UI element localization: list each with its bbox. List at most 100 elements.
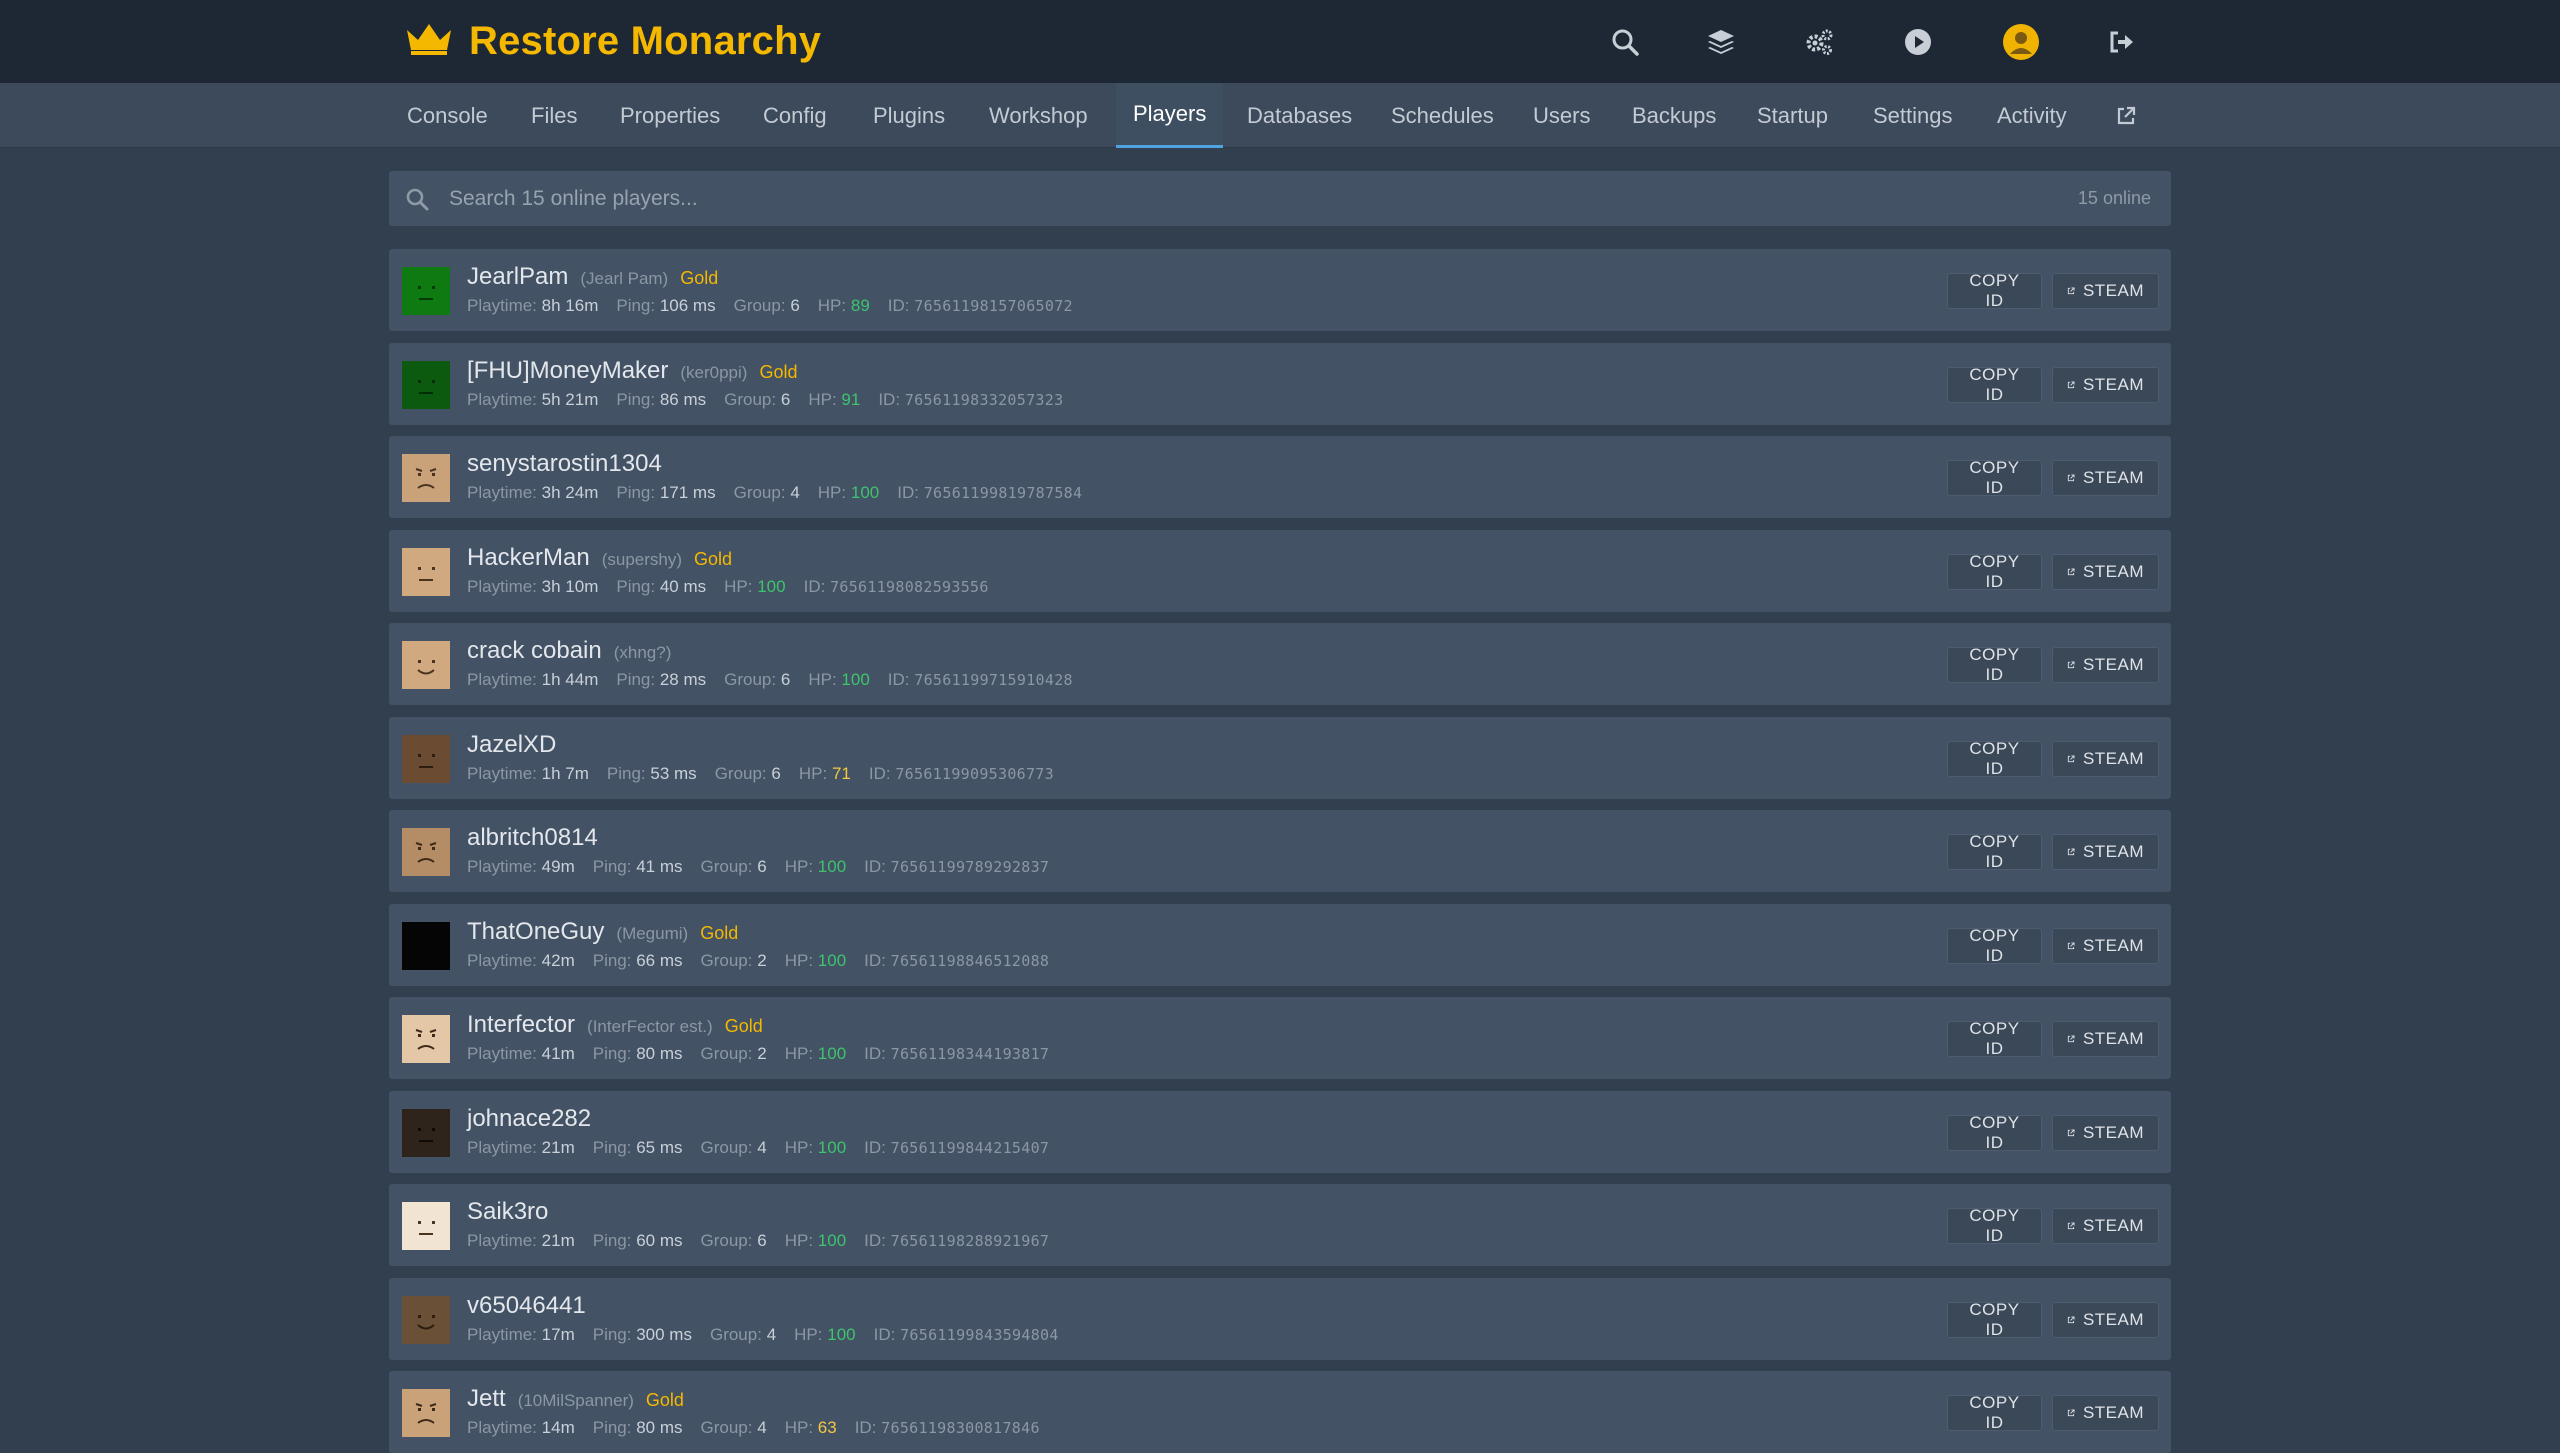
play-icon[interactable] (1900, 24, 1936, 60)
copy-id-button[interactable]: COPY ID (1947, 1206, 2042, 1245)
tab-startup[interactable]: Startup (1740, 83, 1845, 148)
player-nickname: (InterFector est.) (587, 1017, 713, 1036)
steam-profile-button[interactable]: STEAM (2052, 740, 2159, 777)
player-row: Jett (10MilSpanner) Gold Playtime: 14m P… (389, 1371, 2171, 1453)
stat-group: Group: 6 (714, 763, 781, 783)
stat-ping: Ping: 80 ms (592, 1044, 683, 1063)
external-link-icon[interactable] (2098, 83, 2154, 148)
external-link-icon (2067, 567, 2075, 575)
stat-hp: HP: 100 (784, 1044, 847, 1063)
steam-profile-button[interactable]: STEAM (2052, 834, 2159, 870)
steam-profile-button[interactable]: STEAM (2052, 1208, 2159, 1244)
tab-schedules[interactable]: Schedules (1374, 83, 1511, 148)
player-row: albritch0814 Playtime: 49m Ping: 41 ms G… (389, 810, 2171, 892)
logout-icon[interactable] (2103, 24, 2139, 60)
player-name: crack cobain (467, 637, 602, 664)
tab-activity[interactable]: Activity (1980, 83, 2084, 148)
tab-players[interactable]: Players (1116, 83, 1224, 148)
copy-id-button[interactable]: COPY ID (1947, 365, 2042, 404)
steam-profile-button[interactable]: STEAM (2052, 647, 2159, 683)
player-row: HackerMan (supershy) Gold Playtime: 3h 1… (389, 529, 2171, 612)
brand[interactable]: Restore Monarchy (405, 0, 821, 83)
stat-group: Group: 6 (700, 1231, 767, 1250)
stat-group: Group: 4 (700, 1418, 767, 1437)
player-row: crack cobain (xhng?) Playtime: 1h 44m Pi… (389, 623, 2171, 705)
tab-config[interactable]: Config (746, 83, 844, 148)
tab-properties[interactable]: Properties (603, 83, 737, 148)
steam-profile-button[interactable]: STEAM (2052, 366, 2159, 403)
player-avatar (402, 1015, 450, 1063)
tab-databases[interactable]: Databases (1230, 83, 1369, 148)
stat-hp: HP: 89 (817, 296, 870, 315)
copy-id-button[interactable]: COPY ID (1947, 645, 2042, 684)
steam-profile-button[interactable]: STEAM (2052, 460, 2159, 496)
stat-steam-id: ID: 76561198344193817 (864, 1044, 1050, 1063)
stat-ping: Ping: 53 ms (606, 763, 697, 783)
stat-hp: HP: 100 (817, 483, 880, 502)
player-nickname: (ker0ppi) (680, 362, 748, 382)
player-badge: Gold (700, 922, 739, 943)
steam-profile-button[interactable]: STEAM (2052, 1021, 2159, 1057)
player-badge: Gold (724, 1016, 763, 1036)
external-link-icon (2067, 1315, 2075, 1323)
stat-steam-id: ID: 76561198288921967 (864, 1231, 1050, 1250)
player-avatar (402, 1202, 450, 1250)
stat-group: Group: 4 (700, 1137, 767, 1157)
player-row: Saik3ro Playtime: 21m Ping: 60 ms Group:… (389, 1184, 2171, 1266)
tab-backups[interactable]: Backups (1615, 83, 1733, 148)
stat-ping: Ping: 300 ms (592, 1324, 692, 1344)
stat-playtime: Playtime: 5h 21m (467, 389, 599, 409)
player-stats: Playtime: 3h 24m Ping: 171 ms Group: 4 H… (467, 483, 1100, 507)
copy-id-button[interactable]: COPY ID (1947, 1113, 2042, 1152)
server-nav: Console Files Properties Config Plugins … (0, 83, 2560, 148)
stat-playtime: Playtime: 14m (467, 1418, 575, 1437)
player-stats: Playtime: 3h 10m Ping: 40 ms HP: 100 ID:… (467, 577, 1007, 601)
stat-playtime: Playtime: 8h 16m (467, 296, 599, 315)
stat-playtime: Playtime: 21m (467, 1137, 575, 1157)
tab-workshop[interactable]: Workshop (972, 83, 1105, 148)
copy-id-button[interactable]: COPY ID (1947, 739, 2042, 778)
player-avatar (402, 734, 450, 783)
player-stats: Playtime: 8h 16m Ping: 106 ms Group: 6 H… (467, 296, 1091, 320)
copy-id-button[interactable]: COPY ID (1947, 832, 2042, 871)
stat-group: Group: 2 (700, 1044, 767, 1063)
player-name: albritch0814 (467, 824, 598, 851)
player-avatar (402, 267, 450, 315)
stat-hp: HP: 63 (784, 1418, 837, 1437)
copy-id-button[interactable]: COPY ID (1947, 271, 2042, 310)
steam-profile-button[interactable]: STEAM (2052, 273, 2159, 309)
steam-profile-button[interactable]: STEAM (2052, 927, 2159, 964)
stat-playtime: Playtime: 41m (467, 1044, 575, 1063)
stat-steam-id: ID: 76561199095306773 (868, 763, 1054, 783)
stat-playtime: Playtime: 1h 44m (467, 670, 599, 689)
copy-id-button[interactable]: COPY ID (1947, 552, 2042, 591)
user-avatar[interactable] (2003, 24, 2039, 60)
copy-id-button[interactable]: COPY ID (1947, 1019, 2042, 1058)
player-row: JearlPam (Jearl Pam) Gold Playtime: 8h 1… (389, 249, 2171, 331)
copy-id-button[interactable]: COPY ID (1947, 1300, 2042, 1339)
stat-steam-id: ID: 76561198157065072 (887, 296, 1073, 315)
tab-files[interactable]: Files (514, 83, 594, 148)
steam-profile-button[interactable]: STEAM (2052, 1301, 2159, 1338)
search-icon[interactable] (1607, 24, 1643, 60)
layers-icon[interactable] (1703, 24, 1739, 60)
copy-id-button[interactable]: COPY ID (1947, 458, 2042, 497)
player-nickname: (xhng?) (613, 643, 672, 662)
tab-console[interactable]: Console (390, 83, 505, 148)
stat-ping: Ping: 171 ms (616, 483, 716, 502)
tab-plugins[interactable]: Plugins (856, 83, 962, 148)
player-name: Jett (467, 1385, 506, 1412)
copy-id-button[interactable]: COPY ID (1947, 1393, 2042, 1432)
tab-users[interactable]: Users (1516, 83, 1607, 148)
copy-id-button[interactable]: COPY ID (1947, 926, 2042, 965)
steam-profile-button[interactable]: STEAM (2052, 553, 2159, 590)
cogs-icon[interactable] (1801, 24, 1837, 60)
stat-ping: Ping: 60 ms (592, 1231, 683, 1250)
player-row: ThatOneGuy (Megumi) Gold Playtime: 42m P… (389, 903, 2171, 986)
face-icon (402, 360, 450, 409)
steam-profile-button[interactable]: STEAM (2052, 1395, 2159, 1431)
steam-profile-button[interactable]: STEAM (2052, 1114, 2159, 1151)
player-name: JearlPam (467, 263, 569, 290)
search-input[interactable] (449, 171, 1949, 226)
tab-settings[interactable]: Settings (1856, 83, 1970, 148)
